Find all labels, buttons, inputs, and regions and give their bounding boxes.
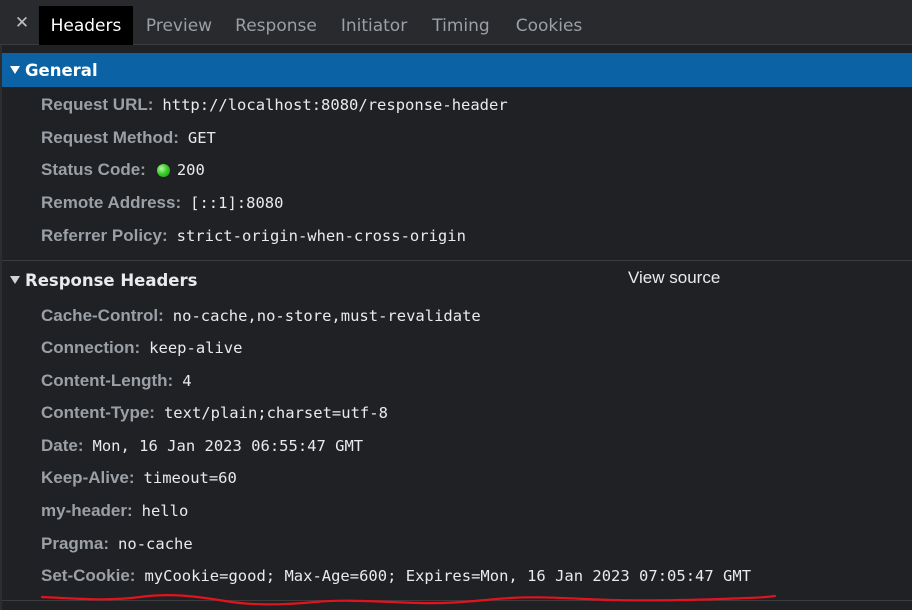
header-value: no-cache [118,535,193,553]
response-row-date: Date: Mon, 16 Jan 2023 06:55:47 GMT [41,434,363,458]
response-row-set-cookie: Set-Cookie: myCookie=good; Max-Age=600; … [41,564,751,588]
header-value: myCookie=good; Max-Age=600; Expires=Mon,… [144,567,752,585]
header-key: Pragma: [41,534,110,553]
header-value: http://localhost:8080/response-header [162,96,508,114]
header-key: Connection: [41,338,141,357]
header-key: Set-Cookie: [41,566,136,585]
response-headers-section-header[interactable]: Response Headers [2,263,892,297]
header-key: Content-Type: [41,403,155,422]
tab-timing[interactable]: Timing [422,6,500,45]
response-row-my-header: my-header: hello [41,499,188,523]
header-value: 4 [182,372,192,390]
general-row-status-code: Status Code: 200 [41,158,205,182]
general-row-request-method: Request Method: GET [41,126,216,150]
response-headers-section-title: Response Headers [25,270,198,290]
general-row-referrer-policy: Referrer Policy: strict-origin-when-cros… [41,224,466,248]
header-value: GET [187,129,216,147]
header-key: Keep-Alive: [41,468,135,487]
header-key: Request Method: [41,128,179,147]
header-value: timeout=60 [143,469,237,487]
header-value: strict-origin-when-cross-origin [176,227,466,245]
response-row-pragma: Pragma: no-cache [41,532,193,556]
header-value: hello [141,502,189,520]
header-value: no-cache,no-store,must-revalidate [172,307,481,325]
response-row-content-length: Content-Length: 4 [41,369,192,393]
tab-response[interactable]: Response [226,6,326,45]
header-value: [::1]:8080 [190,194,284,212]
tab-initiator[interactable]: Initiator [330,6,418,45]
section-divider [2,260,912,261]
status-ok-icon [156,163,170,177]
general-section-header[interactable]: General [2,53,912,87]
header-value: 200 [176,161,205,179]
response-row-connection: Connection: keep-alive [41,336,242,360]
tab-preview[interactable]: Preview [136,6,222,45]
section-divider [2,600,912,601]
header-value: keep-alive [149,339,243,357]
collapse-triangle-icon [10,276,20,284]
general-row-remote-address: Remote Address: [::1]:8080 [41,191,283,215]
header-key: Cache-Control: [41,306,164,325]
header-value: Mon, 16 Jan 2023 06:55:47 GMT [92,437,364,455]
header-key: Content-Length: [41,371,174,390]
header-value: text/plain;charset=utf-8 [163,404,388,422]
left-rail [0,45,2,610]
header-key: Request URL: [41,95,154,114]
header-key: Remote Address: [41,193,182,212]
header-key: Referrer Policy: [41,226,168,245]
tab-headers[interactable]: Headers [39,6,133,45]
general-row-request-url: Request URL: http://localhost:8080/respo… [41,93,508,117]
close-icon[interactable]: ✕ [10,11,34,35]
header-key: my-header: [41,501,133,520]
response-row-keep-alive: Keep-Alive: timeout=60 [41,466,237,490]
view-source-link[interactable]: View source [628,268,720,288]
collapse-triangle-icon [10,66,20,74]
general-section-title: General [25,60,98,80]
tab-bar: ✕ Headers Preview Response Initiator Tim… [0,0,912,45]
header-key: Status Code: [41,160,146,179]
response-row-cache-control: Cache-Control: no-cache,no-store,must-re… [41,304,481,328]
response-row-content-type: Content-Type: text/plain;charset=utf-8 [41,401,388,425]
tab-cookies[interactable]: Cookies [506,6,592,45]
header-key: Date: [41,436,84,455]
